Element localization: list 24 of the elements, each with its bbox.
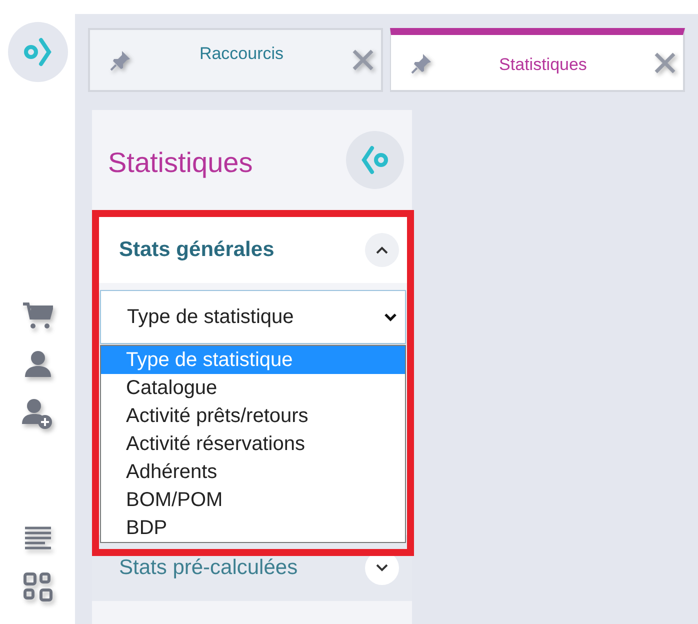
cart-icon[interactable] (22, 302, 52, 330)
list-icon[interactable] (22, 526, 52, 550)
panel-title: Statistiques (108, 147, 254, 179)
pin-icon[interactable] (411, 52, 433, 74)
close-icon[interactable] (653, 50, 677, 74)
dropdown-option[interactable]: Adhérents (101, 458, 405, 486)
tab[interactable]: Raccourcis (88, 28, 383, 92)
add-user-icon[interactable] (22, 398, 54, 430)
toggle-button[interactable] (365, 233, 399, 267)
logo-icon (359, 144, 391, 176)
chevron-down-icon (384, 312, 397, 322)
dropdown-option[interactable]: Activité réservations (101, 430, 405, 458)
statistic-type-select[interactable]: Type de statistique (100, 290, 406, 344)
apps-icon[interactable] (22, 572, 52, 602)
chevron-up-icon (376, 246, 388, 254)
user-icon[interactable] (24, 350, 52, 378)
dropdown-option[interactable]: Activité prêts/retours (101, 402, 405, 430)
close-icon[interactable] (351, 48, 375, 72)
dropdown-option[interactable]: Catalogue (101, 374, 405, 402)
tab[interactable]: Statistiques (390, 28, 685, 92)
pin-icon[interactable] (110, 49, 132, 71)
chevron-down-icon (376, 564, 388, 572)
logo-icon (22, 36, 54, 68)
dropdown-option[interactable]: BOM/POM (101, 486, 405, 514)
